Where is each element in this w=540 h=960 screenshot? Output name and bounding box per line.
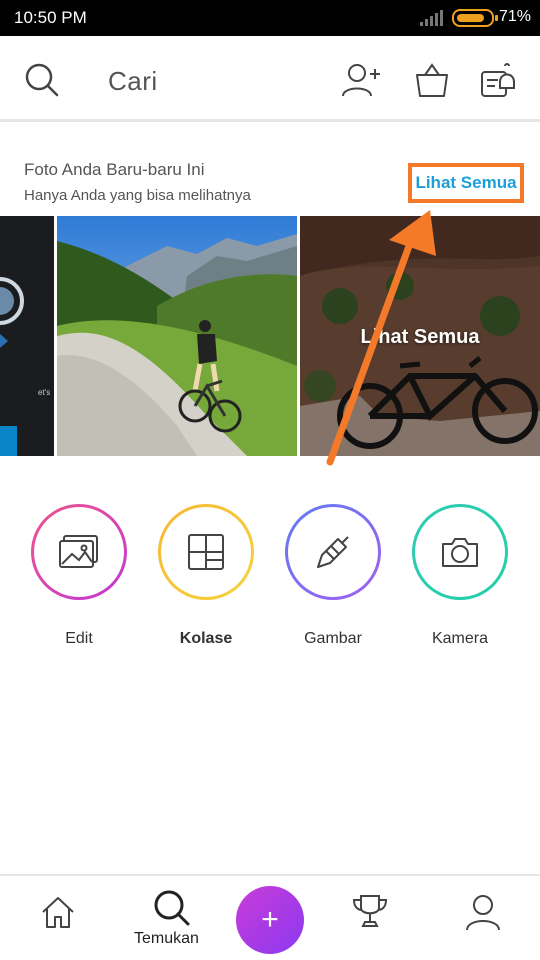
tool-camera[interactable]: Kamera — [412, 504, 508, 648]
tool-edit-circle[interactable] — [31, 504, 127, 600]
search-icon[interactable] — [24, 62, 60, 98]
tool-draw[interactable]: Gambar — [285, 504, 381, 648]
tool-label: Kamera — [431, 630, 489, 647]
tool-label: Edit — [65, 630, 93, 647]
tool-camera-circle[interactable] — [412, 504, 508, 600]
see-all-overlay-label[interactable]: Lihat Semua — [300, 326, 540, 349]
tool-edit[interactable]: Edit — [31, 504, 127, 648]
recent-photo-strip: et's Lihat Semua — [0, 216, 540, 456]
notification-icon[interactable] — [478, 60, 518, 100]
plus-icon: + — [261, 903, 279, 936]
camera-icon — [442, 538, 478, 567]
app-header: Cari — [0, 36, 540, 122]
home-icon[interactable] — [38, 892, 78, 932]
status-time: 10:50 PM — [14, 8, 87, 27]
collage-icon — [188, 534, 224, 570]
battery-icon — [452, 9, 498, 27]
tool-draw-circle[interactable] — [285, 504, 381, 600]
signal-icon — [420, 10, 443, 26]
recent-photo-2[interactable] — [57, 216, 297, 456]
see-all-label: Lihat Semua — [415, 173, 517, 192]
tool-label: Gambar — [304, 630, 362, 647]
status-bar: 10:50 PM 71% — [0, 0, 540, 36]
recent-photo-1[interactable]: et's — [0, 216, 54, 456]
add-user-icon[interactable] — [340, 60, 380, 100]
recent-photo-3[interactable]: Lihat Semua — [300, 216, 540, 456]
annotation-arrow — [326, 210, 436, 466]
tool-label: Kolase — [179, 630, 233, 647]
see-all-button[interactable]: Lihat Semua — [408, 163, 524, 203]
shop-bag-icon[interactable] — [412, 60, 452, 100]
recent-title: Foto Anda Baru-baru Ini — [24, 160, 205, 179]
bottom-navigation: Temukan + — [0, 874, 540, 960]
profile-icon[interactable] — [463, 892, 503, 932]
tool-collage[interactable]: Kolase — [158, 504, 254, 648]
search-field[interactable]: Cari — [108, 66, 158, 97]
photo-peek-text: et's — [38, 388, 51, 397]
discover-icon[interactable] — [152, 888, 192, 928]
discover-label[interactable]: Temukan — [134, 930, 199, 948]
tool-collage-circle[interactable] — [158, 504, 254, 600]
battery-percent: 71% — [499, 8, 532, 25]
battery-level — [457, 14, 484, 22]
image-icon — [59, 535, 98, 568]
recent-subtitle: Hanya Anda yang bisa melihatnya — [24, 187, 251, 204]
brush-icon — [317, 536, 349, 568]
create-button[interactable]: + — [236, 886, 304, 954]
trophy-icon[interactable] — [350, 892, 390, 932]
